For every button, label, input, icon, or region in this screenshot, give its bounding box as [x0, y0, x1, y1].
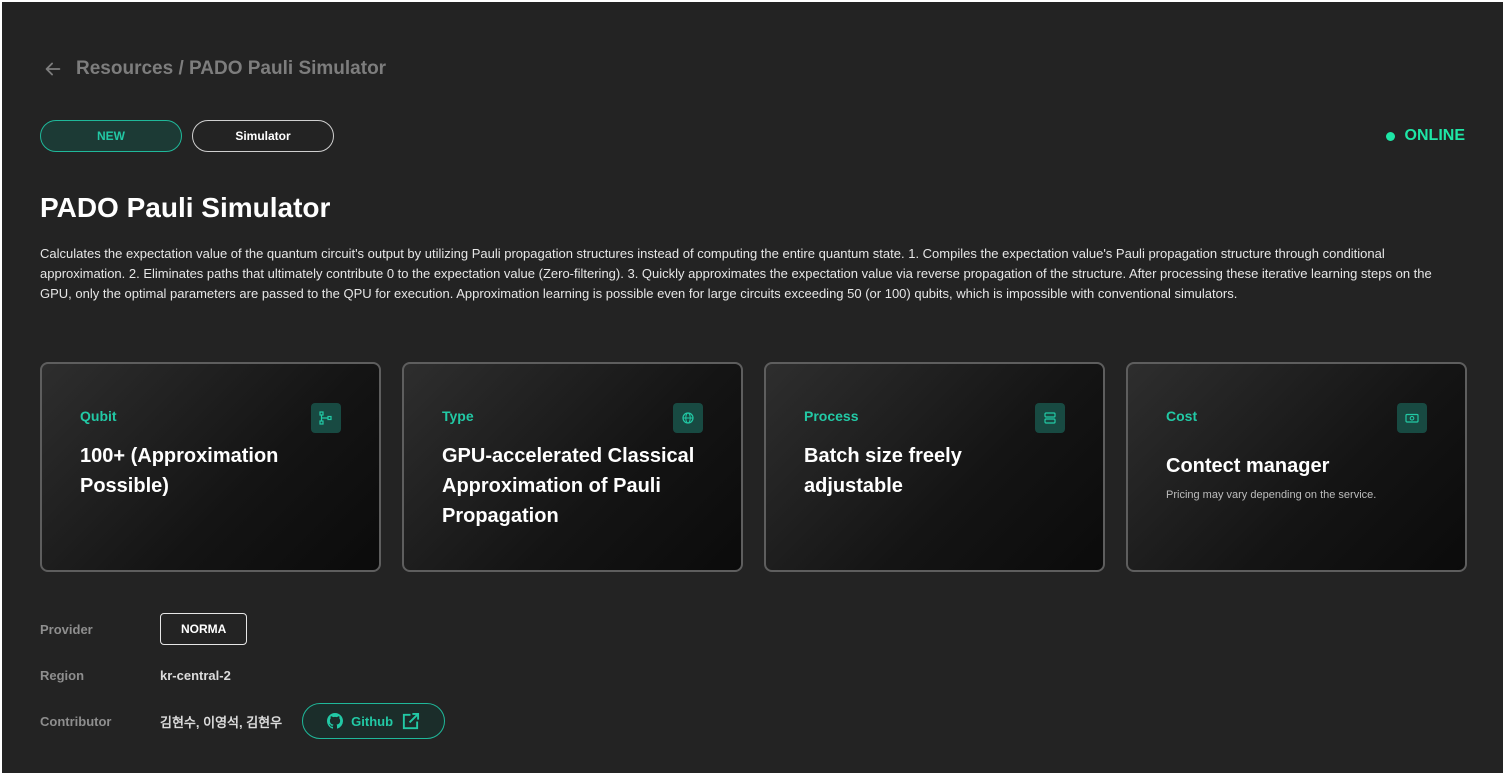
status-label: ONLINE: [1404, 127, 1465, 144]
breadcrumb: Resources / PADO Pauli Simulator: [42, 58, 386, 80]
card-cost: Cost Contect manager Pricing may vary de…: [1126, 362, 1467, 572]
card-qubit: Qubit 100+ (Approximation Possible): [40, 362, 381, 572]
region-value: kr-central-2: [160, 667, 231, 683]
region-row: Region kr-central-2: [40, 658, 445, 692]
github-icon: [327, 713, 344, 729]
page: Resources / PADO Pauli Simulator NEW Sim…: [2, 2, 1503, 773]
arrow-left-icon[interactable]: [42, 58, 64, 80]
card-process: Process Batch size freely adjustable: [764, 362, 1105, 572]
provider-row: Provider NORMA: [40, 612, 445, 646]
tag-list: NEW Simulator: [40, 120, 334, 152]
contributor-row: Contributor 김현수, 이영석, 김현우 Github: [40, 703, 446, 739]
region-label: Region: [40, 667, 85, 683]
tag-simulator: Simulator: [192, 120, 334, 152]
status-dot-icon: [1385, 131, 1395, 141]
page-title: PADO Pauli Simulator: [40, 192, 331, 223]
status-badge: ONLINE: [1385, 127, 1465, 145]
card-value: 100+ (Approximation Possible): [80, 445, 279, 497]
spec-cards: Qubit 100+ (Approximation Possible) Type: [40, 362, 1467, 572]
card-label: Type: [442, 408, 474, 424]
github-label: Github: [351, 713, 394, 729]
contributor-label: Contributor: [40, 713, 112, 729]
contributor-names: 김현수, 이영석, 김현우: [160, 714, 283, 730]
card-note: Pricing may vary depending on the servic…: [1166, 489, 1377, 501]
provider-badge: NORMA: [160, 613, 248, 645]
card-value: Batch size freely adjustable: [804, 445, 962, 497]
github-button[interactable]: Github: [302, 703, 446, 739]
tag-new: NEW: [40, 120, 182, 152]
provider-label: Provider: [40, 621, 93, 637]
globe-icon: [673, 403, 703, 433]
money-icon: [1397, 403, 1427, 433]
breadcrumb-text[interactable]: Resources / PADO Pauli Simulator: [76, 58, 386, 80]
description: Calculates the expectation value of the …: [40, 246, 1432, 301]
card-label: Process: [804, 408, 859, 424]
card-value: GPU-accelerated Classical Approximation …: [442, 445, 695, 527]
server-icon: [1035, 403, 1065, 433]
external-link-icon: [402, 712, 420, 729]
card-value: Contect manager: [1166, 455, 1330, 477]
meta-section: Provider NORMA Region kr-central-2 Contr…: [40, 612, 446, 750]
card-label: Qubit: [80, 408, 117, 424]
circuit-icon: [311, 403, 341, 433]
card-label: Cost: [1166, 408, 1198, 424]
card-type: Type GPU-accelerated Classical Approxima…: [402, 362, 743, 572]
